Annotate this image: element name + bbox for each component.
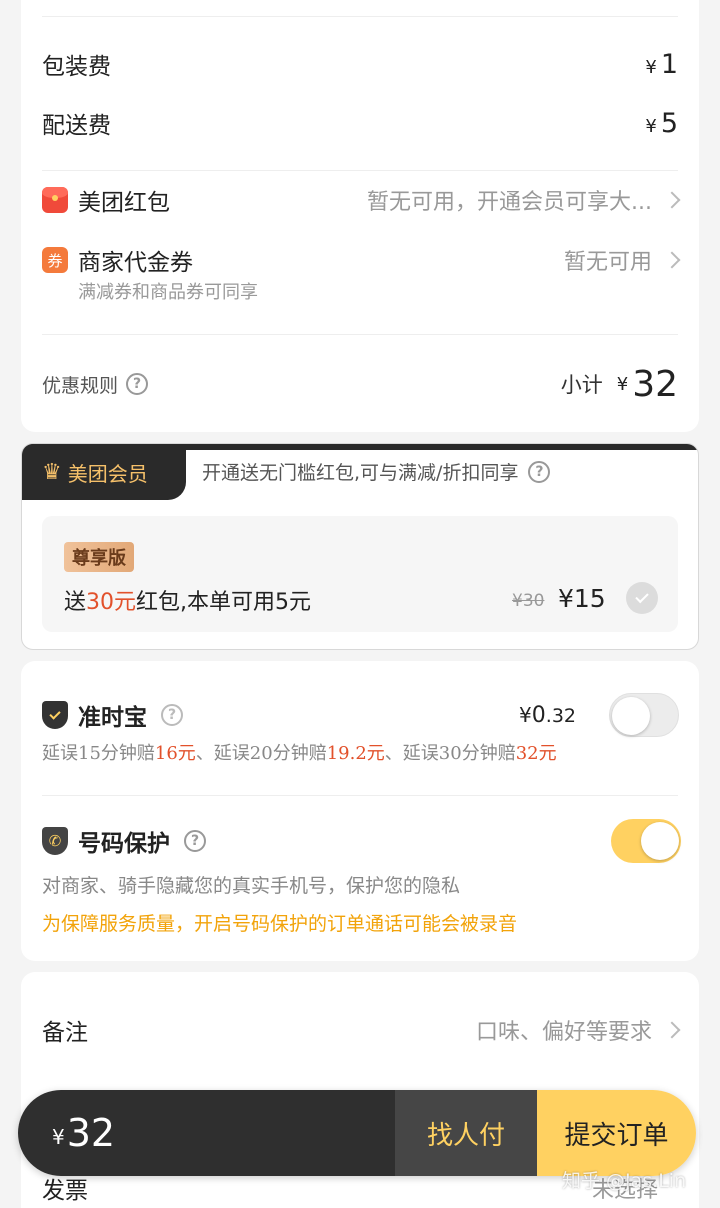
currency-symbol: ¥ — [645, 115, 657, 137]
delivery-fee-label: 配送费 — [42, 113, 111, 139]
phone-protection-toggle[interactable] — [611, 819, 681, 863]
invoice-label: 发票 — [42, 1178, 88, 1204]
red-packet-icon — [42, 187, 68, 213]
membership-card: ♛ 美团会员 开通送无门槛红包,可与满减/折扣同享 ? 尊享版 送30元红包,本… — [21, 443, 699, 650]
select-check-icon[interactable] — [626, 582, 658, 614]
currency-symbol: ¥ — [645, 56, 657, 78]
membership-offer-text: 送30元红包,本单可用5元 — [64, 584, 311, 616]
merchant-voucher-row[interactable]: 券 商家代金券 暂无可用 — [42, 240, 681, 280]
chevron-right-icon — [663, 1021, 681, 1039]
merchant-voucher-status: 暂无可用 — [563, 250, 652, 275]
red-packet-label: 美团红包 — [78, 190, 170, 216]
desc-amount: 32元 — [515, 743, 557, 764]
insurance-price-dec: .32 — [545, 704, 576, 727]
subtotal-value: 32 — [632, 363, 678, 405]
subtotal-label: 小计 — [560, 373, 603, 397]
submit-order-button[interactable]: 提交订单 — [537, 1090, 696, 1176]
red-packet-row[interactable]: 美团红包 暂无可用，开通会员可享大... — [42, 180, 681, 220]
insurance-price: ¥0.32 — [519, 703, 576, 728]
discount-rules-label[interactable]: 优惠规则 — [42, 371, 118, 398]
phone-protection-desc: 对商家、骑手隐藏您的真实手机号，保护您的隐私 — [42, 875, 461, 897]
help-icon[interactable]: ? — [161, 704, 183, 726]
divider — [42, 334, 678, 335]
bottom-checkout-bar: ¥ 32 找人付 提交订单 — [18, 1090, 696, 1176]
phone-protection-row: ✆ 号码保护 ? — [42, 821, 678, 861]
services-card: 准时宝 ? ¥0.32 延误15分钟赔16元、延误20分钟赔19.2元、延误30… — [21, 661, 699, 961]
offer-suffix: 红包,本单可用5元 — [136, 590, 312, 615]
membership-badge: ♛ 美团会员 — [22, 444, 186, 500]
remarks-label: 备注 — [42, 1020, 88, 1046]
pay-for-me-button[interactable]: 找人付 — [395, 1090, 537, 1176]
desc-part: 延误15分钟赔 — [42, 743, 155, 764]
merchant-voucher-label: 商家代金券 — [78, 250, 193, 276]
desc-amount: 19.2元 — [326, 743, 385, 764]
delivery-fee-value: 5 — [660, 107, 678, 139]
crown-icon: ♛ — [42, 459, 62, 485]
chevron-right-icon — [663, 191, 681, 209]
toggle-knob — [641, 822, 679, 860]
divider — [42, 170, 678, 171]
remarks-placeholder: 口味、偏好等要求 — [475, 1020, 652, 1045]
packaging-fee-label: 包装费 — [42, 54, 111, 80]
currency-symbol: ¥ — [616, 373, 629, 395]
help-icon[interactable]: ? — [184, 830, 206, 852]
on-time-insurance-row: 准时宝 ? ¥0.32 — [42, 695, 678, 735]
membership-headline: 开通送无门槛红包,可与满减/折扣同享 — [202, 462, 519, 484]
order-summary-card: 包装费 ¥1 配送费 ¥5 美团红包 暂无可用，开通会员可享大... 券 商家代… — [21, 0, 699, 432]
packaging-fee-row: 包装费 ¥1 — [42, 42, 678, 86]
membership-badge-label: 美团会员 — [67, 461, 148, 486]
help-icon[interactable]: ? — [528, 460, 551, 483]
currency-symbol: ¥ — [52, 1125, 65, 1149]
on-time-insurance-title: 准时宝 — [78, 705, 147, 731]
shield-icon — [42, 701, 68, 729]
delivery-fee-row: 配送费 ¥5 — [42, 101, 678, 145]
phone-protection-title: 号码保护 — [78, 831, 170, 857]
membership-headline-row: 开通送无门槛红包,可与满减/折扣同享 ? — [202, 458, 551, 485]
toggle-knob — [612, 697, 650, 735]
desc-amount: 16元 — [154, 743, 196, 764]
help-icon[interactable]: ? — [126, 373, 149, 395]
desc-part: 、延误30分钟赔 — [384, 743, 516, 764]
insurance-price-int: 0 — [531, 702, 546, 728]
member-price: ¥15 — [558, 584, 606, 613]
subtotal-row: 优惠规则 ? 小计 ¥ 32 — [42, 358, 678, 410]
total-section: ¥ 32 — [18, 1090, 395, 1176]
phone-icon: ✆ — [42, 827, 68, 855]
chevron-right-icon — [663, 251, 681, 269]
remarks-row[interactable]: 备注 口味、偏好等要求 — [42, 1010, 681, 1050]
watermark: 知乎 @Jas.Lin — [562, 1170, 687, 1192]
packaging-fee-value: 1 — [660, 48, 678, 80]
offer-prefix: 送 — [64, 590, 87, 615]
voucher-icon: 券 — [42, 247, 68, 273]
total-amount: 32 — [66, 1111, 116, 1155]
desc-part: 、延误20分钟赔 — [195, 743, 327, 764]
delivery-fee-amount: ¥5 — [645, 108, 678, 139]
divider — [42, 16, 678, 17]
original-price: ¥30 — [512, 591, 545, 611]
currency-symbol: ¥ — [519, 702, 532, 727]
membership-offer-box[interactable]: 尊享版 送30元红包,本单可用5元 ¥30 ¥15 — [42, 516, 678, 632]
packaging-fee-amount: ¥1 — [645, 49, 678, 80]
tier-tag: 尊享版 — [64, 542, 134, 572]
insurance-toggle[interactable] — [609, 693, 679, 737]
red-packet-status: 暂无可用，开通会员可享大... — [367, 190, 652, 215]
insurance-desc: 延误15分钟赔16元、延误20分钟赔19.2元、延误30分钟赔32元 — [42, 739, 557, 765]
phone-protection-notice: 为保障服务质量，开启号码保护的订单通话可能会被录音 — [42, 913, 518, 935]
merchant-voucher-note: 满减券和商品券可同享 — [78, 282, 258, 303]
divider — [42, 795, 678, 796]
offer-highlight: 30元 — [86, 590, 137, 615]
